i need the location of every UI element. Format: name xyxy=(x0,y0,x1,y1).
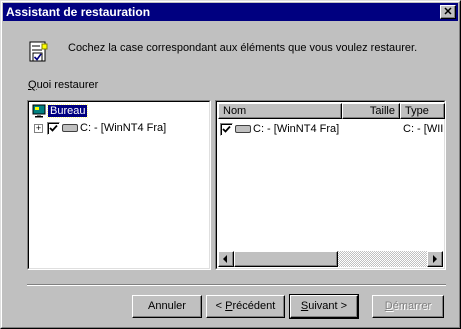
start-button[interactable]: Démarrer xyxy=(372,295,444,318)
start-button-label: émarrer xyxy=(392,300,432,312)
file-list[interactable]: Nom Taille Type C: - [WinNT4 Fra] C: - [… xyxy=(215,100,446,270)
what-to-restore-text: uoi restaurer xyxy=(36,79,99,91)
column-header-name[interactable]: Nom xyxy=(218,103,342,119)
previous-button[interactable]: < Précédent xyxy=(206,295,285,318)
window-title: Assistant de restauration xyxy=(6,5,151,19)
tree-expander[interactable]: + xyxy=(34,124,43,133)
restore-tree[interactable]: Bureau + C: - [WinNT4 Fra] xyxy=(27,100,211,270)
title-bar: Assistant de restauration ✕ xyxy=(3,3,458,21)
drive-icon xyxy=(62,124,78,133)
instruction-text: Cochez la case correspondant aux élément… xyxy=(68,42,418,54)
what-to-restore-accel: Q xyxy=(28,79,37,91)
cancel-button[interactable]: Annuler xyxy=(132,295,202,318)
arrow-left-icon xyxy=(223,255,227,263)
next-button-label: uivant > xyxy=(308,300,348,312)
start-button-accel: D xyxy=(384,300,393,312)
previous-button-prefix: < xyxy=(215,300,226,312)
tree-item-label: C: - [WinNT4 Fra] xyxy=(80,122,167,134)
list-item-type: C: - [WII xyxy=(403,123,443,135)
tree-item-bureau[interactable]: Bureau xyxy=(32,103,89,119)
what-to-restore-label: Quoi restaurer xyxy=(28,79,98,91)
list-item[interactable]: C: - [WinNT4 Fra] xyxy=(220,121,339,137)
tree-item-checkbox[interactable] xyxy=(47,121,60,135)
next-button[interactable]: Suivant > xyxy=(289,294,359,319)
checkmark-icon xyxy=(222,125,231,133)
restore-wizard-window: Assistant de restauration ✕ Cochez la ca… xyxy=(0,0,461,329)
previous-button-accel: P xyxy=(225,300,233,312)
scroll-right-button[interactable] xyxy=(427,251,443,267)
column-header-size[interactable]: Taille xyxy=(342,103,400,119)
separator xyxy=(27,284,446,286)
close-icon: ✕ xyxy=(443,6,453,18)
horizontal-scrollbar[interactable] xyxy=(218,251,443,267)
arrow-right-icon xyxy=(433,255,437,263)
checkmark-icon xyxy=(49,124,58,132)
restore-wizard-icon xyxy=(29,41,48,62)
column-header-type[interactable]: Type xyxy=(400,103,445,119)
scroll-left-button[interactable] xyxy=(218,251,234,267)
list-item-checkbox[interactable] xyxy=(220,122,233,136)
list-item-name: C: - [WinNT4 Fra] xyxy=(253,123,340,135)
tree-item-drive-c[interactable]: C: - [WinNT4 Fra] xyxy=(47,120,166,136)
scrollbar-thumb[interactable] xyxy=(234,251,338,267)
tree-item-label: Bureau xyxy=(46,104,89,118)
drive-icon xyxy=(235,125,251,134)
previous-button-label: récédent xyxy=(232,300,276,312)
desktop-icon xyxy=(32,104,46,118)
close-button[interactable]: ✕ xyxy=(440,5,456,19)
